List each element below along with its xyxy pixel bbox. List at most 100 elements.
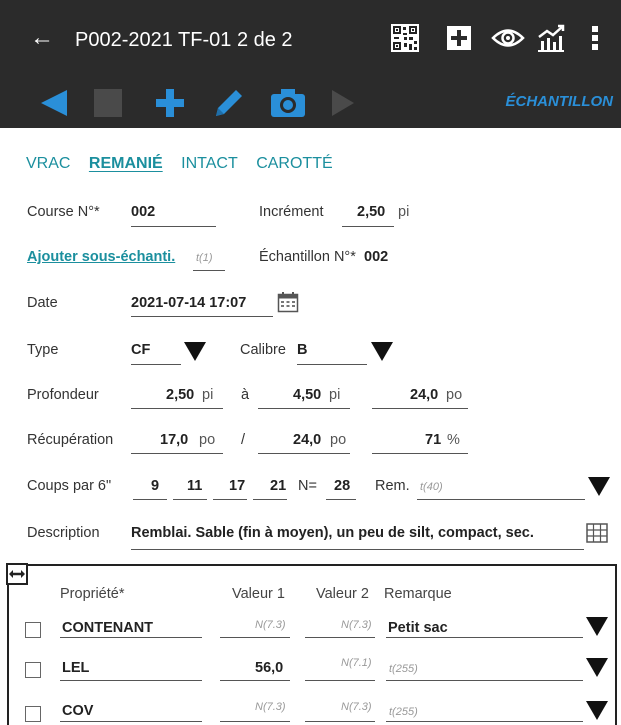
recovery-total-unit: po (330, 432, 347, 448)
row-checkbox[interactable] (25, 662, 41, 678)
eye-icon[interactable] (490, 22, 526, 54)
tab-carotte[interactable]: CAROTTÉ (256, 155, 332, 172)
recovery-value[interactable]: 17,0 (160, 432, 188, 448)
back-arrow-icon[interactable]: ← (30, 22, 54, 54)
section-label: ÉCHANTILLON (505, 93, 614, 110)
value2-underline (305, 721, 375, 722)
type-underline (131, 364, 181, 365)
stop-icon[interactable] (92, 84, 124, 122)
grid-icon[interactable] (586, 523, 608, 548)
sample-type-tabs: VRAC REMANIÉ INTACT CAROTTÉ (26, 155, 347, 173)
date-value[interactable]: 2021-07-14 17:07 (131, 295, 246, 311)
row-checkbox[interactable] (25, 622, 41, 638)
remark-underline (386, 637, 583, 638)
rem-placeholder[interactable]: t(40) (420, 481, 443, 493)
property-name-underline (60, 721, 202, 722)
chart-icon[interactable] (536, 22, 566, 54)
calibre-value[interactable]: B (297, 342, 307, 358)
blow-count-1-underline (133, 499, 167, 500)
value2-placeholder[interactable]: N(7.3) (341, 701, 372, 713)
value1-underline (220, 637, 290, 638)
sample-number-label: Échantillon N°* (259, 249, 356, 265)
value1-placeholder[interactable]: N(7.3) (255, 619, 286, 631)
description-underline (131, 549, 584, 550)
add-box-icon[interactable] (444, 22, 474, 54)
course-underline (131, 226, 216, 227)
resize-handle-icon[interactable] (6, 563, 28, 585)
remark-placeholder[interactable]: t(255) (389, 706, 418, 718)
sample-number-value: 002 (364, 249, 389, 265)
remark-placeholder[interactable]: t(255) (389, 663, 418, 675)
remark-dropdown-icon[interactable] (586, 617, 608, 636)
increment-value[interactable]: 2,50 (357, 204, 385, 220)
increment-label: Incrément (259, 204, 324, 220)
property-name[interactable]: COV (62, 703, 93, 719)
property-name[interactable]: LEL (62, 660, 89, 676)
increment-unit: pi (398, 204, 410, 220)
sub-sample-underline (193, 270, 225, 271)
tab-vrac[interactable]: VRAC (26, 155, 70, 172)
n-underline (326, 499, 356, 500)
sub-sample-placeholder[interactable]: t(1) (196, 252, 213, 264)
date-label: Date (27, 295, 58, 311)
course-value[interactable]: 002 (131, 204, 155, 220)
depth-label: Profondeur (27, 387, 99, 403)
camera-icon[interactable] (268, 84, 308, 122)
n-value: 28 (334, 478, 351, 494)
depth-length-unit: po (446, 387, 463, 403)
depth-to-value[interactable]: 4,50 (293, 387, 321, 403)
description-value[interactable]: Remblai. Sable (fin à moyen), un peu de … (131, 525, 534, 541)
calibre-label: Calibre (240, 342, 286, 358)
value2-column-header: Valeur 2 (316, 586, 369, 602)
value1-column-header: Valeur 1 (232, 586, 285, 602)
row-checkbox[interactable] (25, 706, 41, 722)
blow-count-2[interactable]: 11 (187, 478, 202, 494)
blow-count-3-underline (213, 499, 247, 500)
value1-placeholder[interactable]: N(7.3) (255, 701, 286, 713)
remark-value[interactable]: Petit sac (388, 620, 448, 636)
page-title: P002-2021 TF-01 2 de 2 (75, 29, 293, 51)
blow-count-1[interactable]: 9 (151, 478, 159, 494)
depth-from-underline (131, 408, 223, 409)
course-label: Course N°* (27, 204, 100, 220)
next-icon[interactable] (328, 84, 358, 122)
remark-dropdown-icon[interactable] (586, 701, 608, 720)
recovery-separator: / (241, 432, 246, 448)
calibre-dropdown-icon[interactable] (371, 342, 393, 361)
qr-code-icon[interactable] (390, 22, 420, 54)
value2-placeholder[interactable]: N(7.3) (341, 619, 372, 631)
blow-count-3[interactable]: 17 (229, 478, 245, 494)
recovery-percent-value: 71 (425, 432, 442, 448)
value2-placeholder[interactable]: N(7.1) (341, 657, 372, 669)
add-icon[interactable] (153, 84, 187, 122)
depth-from-value[interactable]: 2,50 (166, 387, 194, 403)
depth-length-value[interactable]: 24,0 (410, 387, 438, 403)
value1-value[interactable]: 56,0 (255, 660, 283, 676)
depth-from-unit: pi (202, 387, 214, 403)
blow-count-4[interactable]: 21 (270, 478, 286, 494)
depth-to-unit: pi (329, 387, 341, 403)
type-dropdown-icon[interactable] (184, 342, 206, 361)
property-name-underline (60, 637, 202, 638)
calendar-icon[interactable] (277, 291, 299, 318)
add-sub-sample-link[interactable]: Ajouter sous-échanti. (27, 249, 175, 265)
remark-underline (386, 680, 583, 681)
tab-intact[interactable]: INTACT (181, 155, 238, 172)
type-value[interactable]: CF (131, 342, 150, 358)
property-column-header: Propriété* (60, 586, 125, 602)
increment-underline (342, 226, 394, 227)
recovery-total-value[interactable]: 24,0 (293, 432, 321, 448)
property-name[interactable]: CONTENANT (62, 620, 153, 636)
value2-underline (305, 637, 375, 638)
blow-count-2-underline (173, 499, 207, 500)
tab-remanie[interactable]: REMANIÉ (89, 155, 163, 172)
more-vert-icon[interactable] (585, 22, 605, 54)
rem-dropdown-icon[interactable] (588, 477, 610, 496)
recovery-underline (131, 453, 223, 454)
remark-dropdown-icon[interactable] (586, 658, 608, 677)
previous-icon[interactable] (38, 84, 70, 122)
edit-icon[interactable] (211, 84, 247, 122)
remark-underline (386, 721, 583, 722)
date-underline (131, 316, 273, 317)
depth-separator: à (241, 387, 250, 403)
